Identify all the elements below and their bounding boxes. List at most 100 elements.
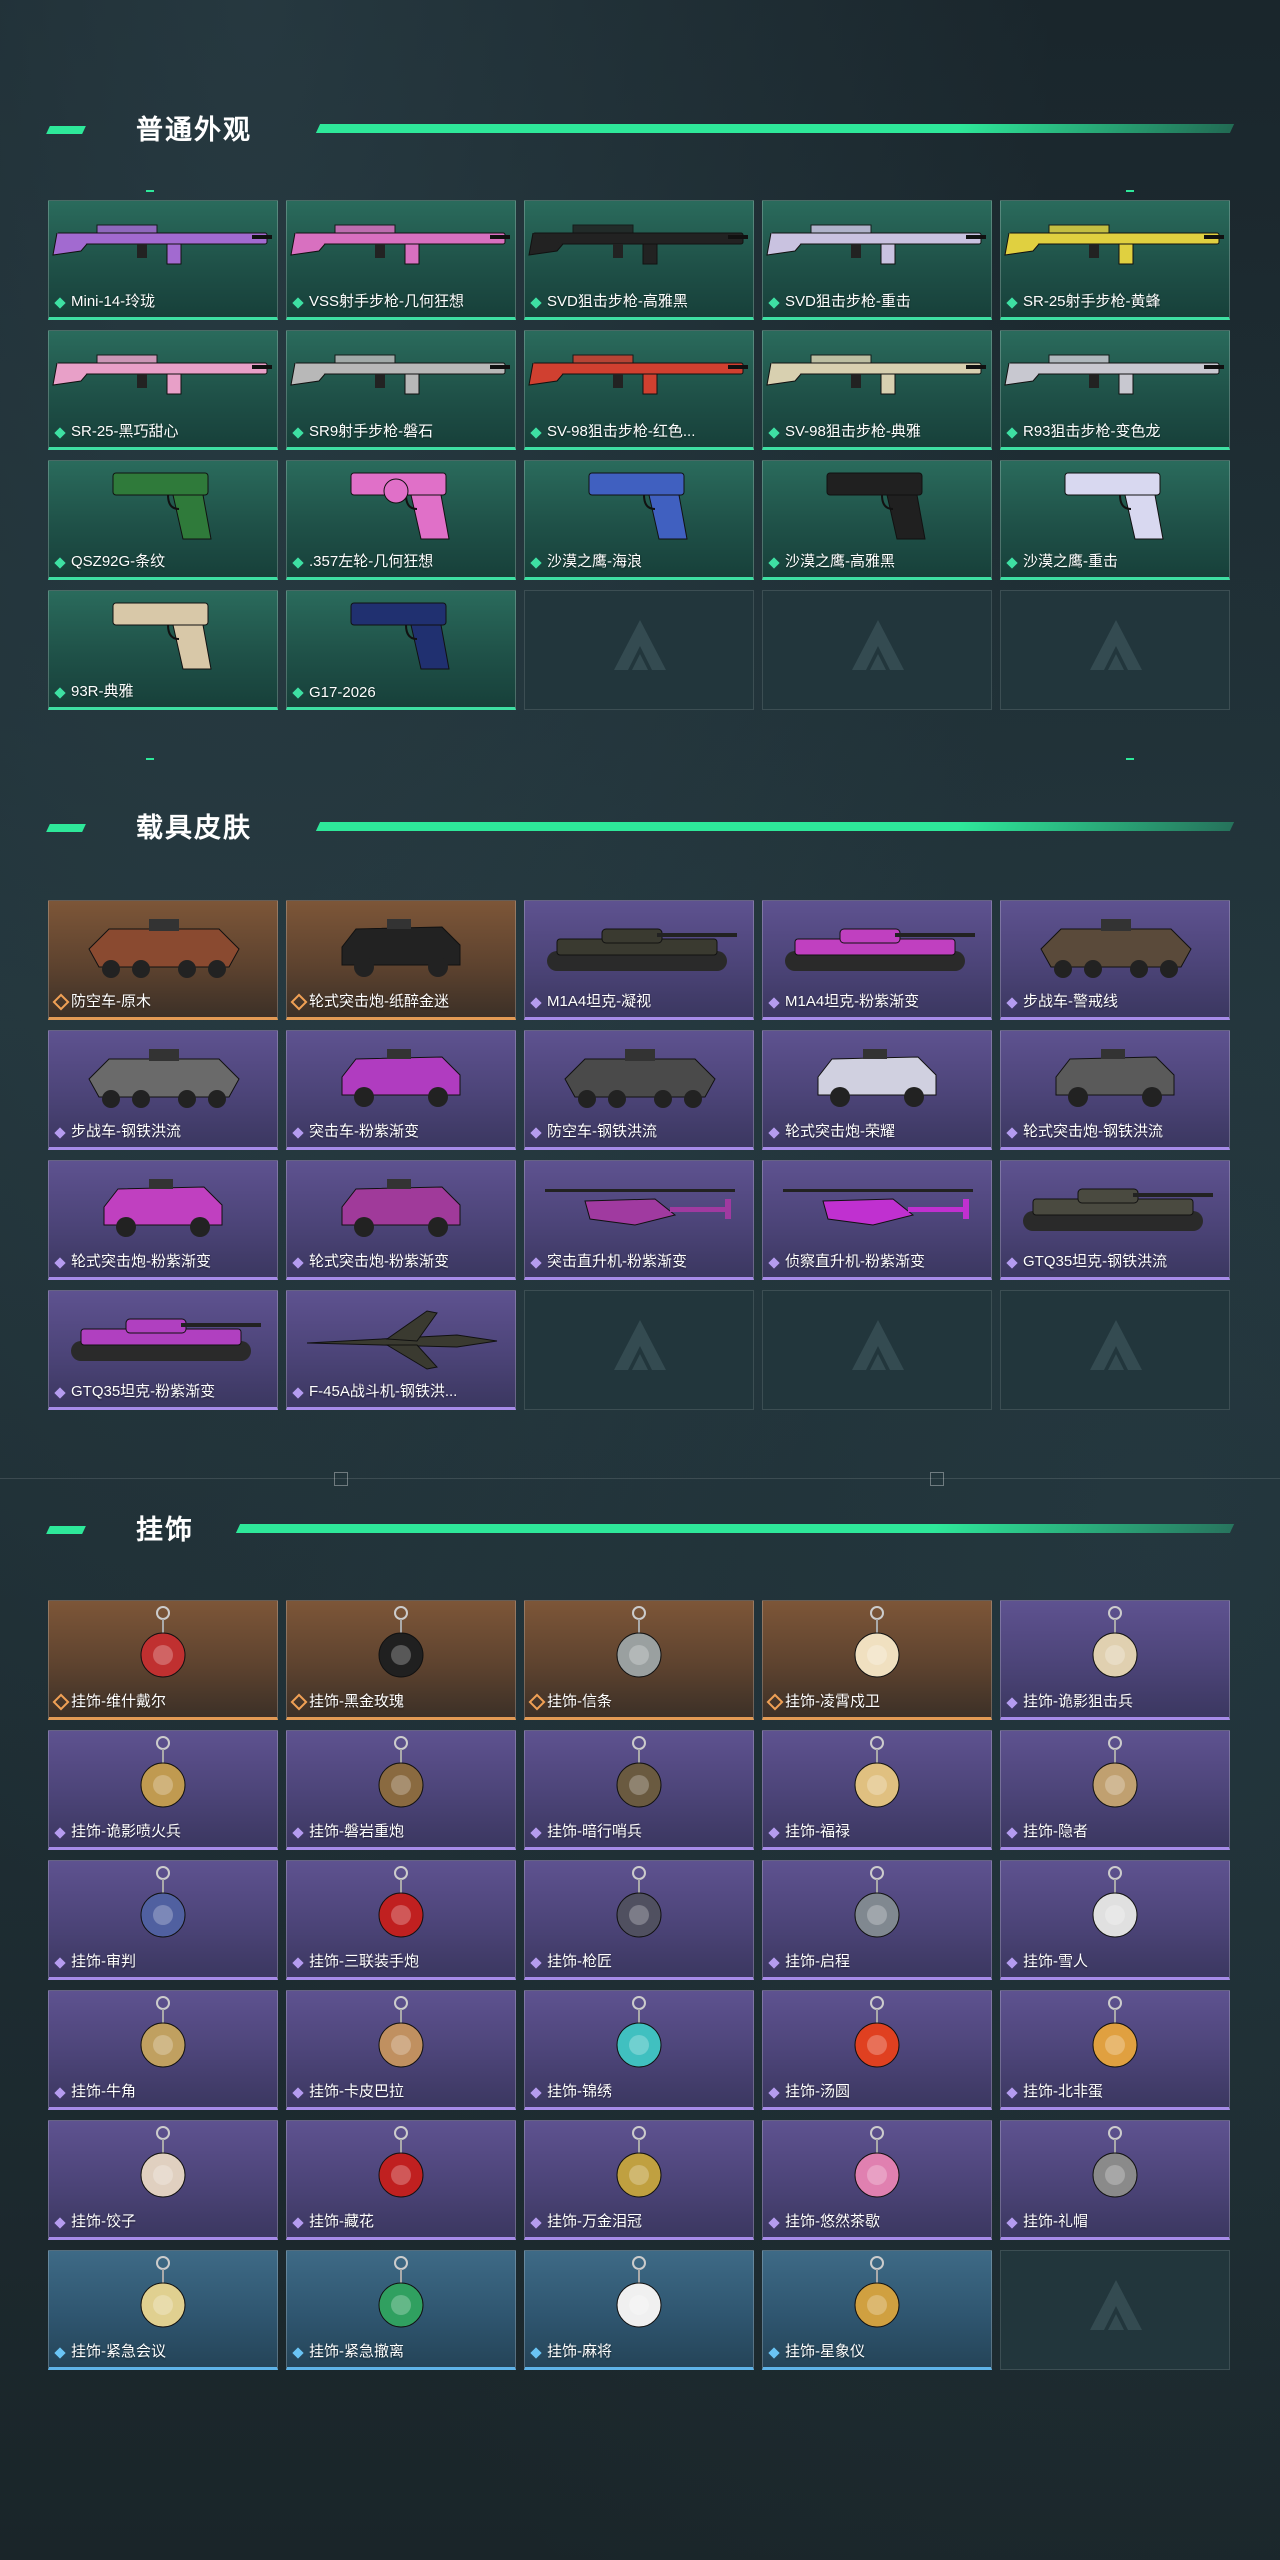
skin-card[interactable]: 挂饰-福禄 [762, 1730, 992, 1850]
item-image [49, 1861, 277, 1951]
skin-card[interactable]: 防空车-原木 [48, 900, 278, 1020]
header-dash [46, 126, 86, 134]
item-image [763, 2121, 991, 2211]
item-image [525, 201, 753, 291]
item-image [525, 2251, 753, 2341]
skin-card[interactable]: F-45A战斗机-钢铁洪... [286, 1290, 516, 1410]
skin-card[interactable]: R93狙击步枪-变色龙 [1000, 330, 1230, 450]
skin-card[interactable]: 挂饰-凌霄戍卫 [762, 1600, 992, 1720]
skin-card[interactable]: 挂饰-汤圆 [762, 1990, 992, 2110]
skin-card[interactable]: 挂饰-三联装手炮 [286, 1860, 516, 1980]
skin-card[interactable]: 沙漠之鹰-海浪 [524, 460, 754, 580]
skin-card[interactable]: SR9射手步枪-磐石 [286, 330, 516, 450]
rarity-diamond-icon [768, 2217, 780, 2229]
skin-card[interactable]: 突击直升机-粉紫渐变 [524, 1160, 754, 1280]
item-image [763, 201, 991, 291]
item-label: 轮式突击炮-纸醉金迷 [309, 993, 449, 1010]
item-label: F-45A战斗机-钢铁洪... [309, 1383, 458, 1400]
rarity-diamond-icon [292, 297, 304, 309]
skin-card[interactable]: 沙漠之鹰-重击 [1000, 460, 1230, 580]
item-image [49, 2121, 277, 2211]
item-image [49, 2251, 277, 2341]
skin-card[interactable]: M1A4坦克-凝视 [524, 900, 754, 1020]
skin-card[interactable]: 挂饰-星象仪 [762, 2250, 992, 2370]
skin-card[interactable]: VSS射手步枪-几何狂想 [286, 200, 516, 320]
item-image [287, 2251, 515, 2341]
game-logo-icon [614, 1320, 666, 1370]
rarity-diamond-icon [530, 1957, 542, 1969]
skin-card[interactable]: 挂饰-卡皮巴拉 [286, 1990, 516, 2110]
skin-card[interactable]: 挂饰-诡影喷火兵 [48, 1730, 278, 1850]
skin-card[interactable]: 挂饰-雪人 [1000, 1860, 1230, 1980]
skin-card[interactable]: GTQ35坦克-粉紫渐变 [48, 1290, 278, 1410]
skin-card[interactable]: 挂饰-锦绣 [524, 1990, 754, 2110]
skin-card[interactable]: 挂饰-维什戴尔 [48, 1600, 278, 1720]
skin-card[interactable]: 挂饰-暗行哨兵 [524, 1730, 754, 1850]
skin-card[interactable]: 93R-典雅 [48, 590, 278, 710]
skin-card[interactable]: 挂饰-麻将 [524, 2250, 754, 2370]
item-image [287, 1601, 515, 1691]
skin-card[interactable]: 轮式突击炮-纸醉金迷 [286, 900, 516, 1020]
skin-card[interactable]: 挂饰-紧急撤离 [286, 2250, 516, 2370]
item-image [49, 1031, 277, 1121]
skin-card[interactable]: 挂饰-隐者 [1000, 1730, 1230, 1850]
rarity-diamond-icon [54, 1957, 66, 1969]
skin-card[interactable]: SV-98狙击步枪-红色... [524, 330, 754, 450]
item-label: 轮式突击炮-钢铁洪流 [1023, 1123, 1163, 1140]
rarity-diamond-icon [292, 1387, 304, 1399]
tick-mark [146, 758, 154, 760]
vehicle-grid: 防空车-原木 轮式突击炮-纸醉金迷 M1A4坦克-凝视 M1A4坦克-粉紫渐变 … [48, 900, 1232, 1420]
skin-card[interactable]: 步战车-警戒线 [1000, 900, 1230, 1020]
skin-card[interactable]: .357左轮-几何狂想 [286, 460, 516, 580]
empty-slot [1000, 590, 1230, 710]
skin-card[interactable]: 防空车-钢铁洪流 [524, 1030, 754, 1150]
skin-card[interactable]: 挂饰-北非蛋 [1000, 1990, 1230, 2110]
skin-card[interactable]: SVD狙击步枪-重击 [762, 200, 992, 320]
skin-card[interactable]: 挂饰-牛角 [48, 1990, 278, 2110]
skin-card[interactable]: SR-25-黑巧甜心 [48, 330, 278, 450]
skin-card[interactable]: 挂饰-饺子 [48, 2120, 278, 2240]
skin-card[interactable]: 挂饰-礼帽 [1000, 2120, 1230, 2240]
item-label: QSZ92G-条纹 [71, 553, 166, 570]
item-label: 步战车-钢铁洪流 [71, 1123, 181, 1140]
skin-card[interactable]: 挂饰-枪匠 [524, 1860, 754, 1980]
skin-card[interactable]: SVD狙击步枪-高雅黑 [524, 200, 754, 320]
rarity-diamond-icon [530, 2347, 542, 2359]
skin-card[interactable]: 挂饰-信条 [524, 1600, 754, 1720]
skin-card[interactable]: 挂饰-万金泪冠 [524, 2120, 754, 2240]
skin-card[interactable]: 挂饰-启程 [762, 1860, 992, 1980]
skin-card[interactable]: 步战车-钢铁洪流 [48, 1030, 278, 1150]
rarity-diamond-icon [54, 1827, 66, 1839]
skin-card[interactable]: 轮式突击炮-粉紫渐变 [48, 1160, 278, 1280]
skin-card[interactable]: 挂饰-藏花 [286, 2120, 516, 2240]
item-label: 挂饰-卡皮巴拉 [309, 2083, 404, 2100]
item-label: 轮式突击炮-荣耀 [785, 1123, 895, 1140]
item-image [49, 1991, 277, 2081]
skin-card[interactable]: 挂饰-诡影狙击兵 [1000, 1600, 1230, 1720]
skin-card[interactable]: 突击车-粉紫渐变 [286, 1030, 516, 1150]
skin-card[interactable]: 挂饰-悠然茶歇 [762, 2120, 992, 2240]
item-label: GTQ35坦克-钢铁洪流 [1023, 1253, 1168, 1270]
skin-card[interactable]: Mini-14-玲珑 [48, 200, 278, 320]
skin-card[interactable]: 轮式突击炮-粉紫渐变 [286, 1160, 516, 1280]
skin-card[interactable]: 轮式突击炮-钢铁洪流 [1000, 1030, 1230, 1150]
skin-card[interactable]: M1A4坦克-粉紫渐变 [762, 900, 992, 1020]
section-header: 挂饰 [46, 1510, 1235, 1550]
skin-card[interactable]: 挂饰-磐岩重炮 [286, 1730, 516, 1850]
skin-card[interactable]: 挂饰-审判 [48, 1860, 278, 1980]
skin-card[interactable]: QSZ92G-条纹 [48, 460, 278, 580]
skin-card[interactable]: 轮式突击炮-荣耀 [762, 1030, 992, 1150]
skin-card[interactable]: SR-25射手步枪-黄蜂 [1000, 200, 1230, 320]
skin-card[interactable]: GTQ35坦克-钢铁洪流 [1000, 1160, 1230, 1280]
rarity-diamond-icon [292, 1827, 304, 1839]
item-label: 挂饰-紧急会议 [71, 2343, 166, 2360]
skin-card[interactable]: 挂饰-紧急会议 [48, 2250, 278, 2370]
skin-card[interactable]: SV-98狙击步枪-典雅 [762, 330, 992, 450]
skin-card[interactable]: 侦察直升机-粉紫渐变 [762, 1160, 992, 1280]
item-image [287, 2121, 515, 2211]
skin-card[interactable]: 沙漠之鹰-高雅黑 [762, 460, 992, 580]
rarity-diamond-icon [292, 687, 304, 699]
skin-card[interactable]: G17-2026 [286, 590, 516, 710]
rarity-diamond-icon [54, 2087, 66, 2099]
skin-card[interactable]: 挂饰-黑金玫瑰 [286, 1600, 516, 1720]
